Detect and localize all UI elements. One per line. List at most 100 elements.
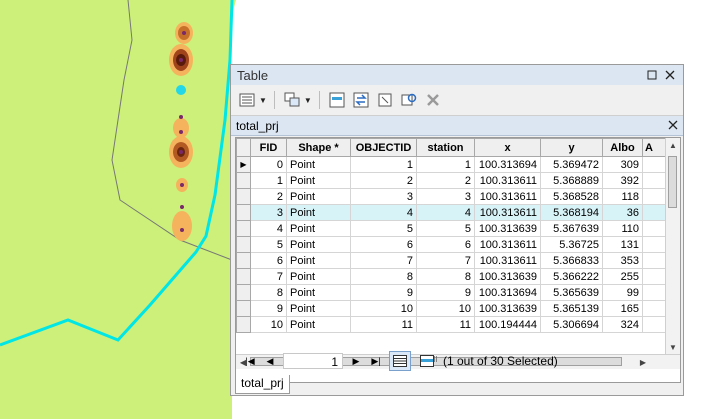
cell-station[interactable]: 5 <box>416 220 475 237</box>
cell-x[interactable]: 100.313694 <box>474 284 541 301</box>
current-row-arrow-icon[interactable]: ▶ <box>236 156 251 173</box>
cell-shape[interactable]: Point <box>286 236 351 253</box>
cell-extra[interactable] <box>642 204 667 221</box>
clear-selection-icon[interactable] <box>375 90 395 110</box>
cell-objectid[interactable]: 9 <box>350 284 417 301</box>
first-record-icon[interactable]: |◀ <box>243 354 257 368</box>
cell-objectid[interactable]: 1 <box>350 156 417 173</box>
column-header-shape[interactable]: Shape * <box>286 138 351 157</box>
cell-shape[interactable]: Point <box>286 316 351 333</box>
cell-x[interactable]: 100.194444 <box>474 316 541 333</box>
cell-shape[interactable]: Point <box>286 284 351 301</box>
table-row[interactable]: 8 Point 9 9 100.313694 5.365639 99 <box>236 284 674 301</box>
cell-albo[interactable]: 255 <box>602 268 643 285</box>
cell-extra[interactable] <box>642 236 667 253</box>
cell-y[interactable]: 5.366833 <box>540 252 603 269</box>
cell-albo[interactable]: 392 <box>602 172 643 189</box>
cell-albo[interactable]: 309 <box>602 156 643 173</box>
row-selector[interactable] <box>236 172 251 189</box>
cell-fid[interactable]: 1 <box>250 172 287 189</box>
cell-y[interactable]: 5.365639 <box>540 284 603 301</box>
cell-shape[interactable]: Point <box>286 252 351 269</box>
cell-y[interactable]: 5.36725 <box>540 236 603 253</box>
cell-y[interactable]: 5.366222 <box>540 268 603 285</box>
close-icon[interactable] <box>663 68 677 82</box>
cell-albo[interactable]: 110 <box>602 220 643 237</box>
cell-station[interactable]: 6 <box>416 236 475 253</box>
cell-station[interactable]: 7 <box>416 252 475 269</box>
cell-fid[interactable]: 3 <box>250 204 287 221</box>
table-row[interactable]: 10 Point 11 11 100.194444 5.306694 324 <box>236 316 674 333</box>
column-header-station[interactable]: station <box>416 138 475 157</box>
cell-x[interactable]: 100.313611 <box>474 188 541 205</box>
table-row[interactable]: 2 Point 3 3 100.313611 5.368528 118 <box>236 188 674 205</box>
cell-y[interactable]: 5.368528 <box>540 188 603 205</box>
show-selected-records-icon[interactable] <box>417 352 437 370</box>
cell-station[interactable]: 4 <box>416 204 475 221</box>
cell-objectid[interactable]: 3 <box>350 188 417 205</box>
table-row[interactable]: 4 Point 5 5 100.313639 5.367639 110 <box>236 220 674 237</box>
cell-albo[interactable]: 353 <box>602 252 643 269</box>
cell-fid[interactable]: 8 <box>250 284 287 301</box>
cell-x[interactable]: 100.313639 <box>474 268 541 285</box>
cell-extra[interactable] <box>642 284 667 301</box>
row-selector[interactable] <box>236 236 251 253</box>
cell-y[interactable]: 5.368889 <box>540 172 603 189</box>
table-options-icon[interactable] <box>237 90 257 110</box>
row-selector[interactable] <box>236 268 251 285</box>
cell-objectid[interactable]: 8 <box>350 268 417 285</box>
cell-x[interactable]: 100.313611 <box>474 252 541 269</box>
cell-station[interactable]: 11 <box>416 316 475 333</box>
cell-x[interactable]: 100.313611 <box>474 172 541 189</box>
vertical-scrollbar[interactable]: ▲ ▼ <box>665 138 680 354</box>
cell-fid[interactable]: 6 <box>250 252 287 269</box>
table-row[interactable]: 1 Point 2 2 100.313611 5.368889 392 <box>236 172 674 189</box>
row-selector[interactable] <box>236 316 251 333</box>
cell-albo[interactable]: 131 <box>602 236 643 253</box>
cell-albo[interactable]: 165 <box>602 300 643 317</box>
select-by-attributes-icon[interactable] <box>327 90 347 110</box>
cell-x[interactable]: 100.313611 <box>474 204 541 221</box>
row-selector[interactable] <box>236 204 251 221</box>
cell-fid[interactable]: 0 <box>250 156 287 173</box>
cell-station[interactable]: 3 <box>416 188 475 205</box>
cell-albo[interactable]: 118 <box>602 188 643 205</box>
restore-icon[interactable] <box>645 68 659 82</box>
cell-objectid[interactable]: 4 <box>350 204 417 221</box>
cell-shape[interactable]: Point <box>286 204 351 221</box>
cell-x[interactable]: 100.313639 <box>474 300 541 317</box>
column-header-y[interactable]: y <box>540 138 603 157</box>
cell-fid[interactable]: 4 <box>250 220 287 237</box>
cell-extra[interactable] <box>642 268 667 285</box>
cell-shape[interactable]: Point <box>286 156 351 173</box>
cell-y[interactable]: 5.306694 <box>540 316 603 333</box>
table-row[interactable]: 9 Point 10 10 100.313639 5.365139 165 <box>236 300 674 317</box>
row-selector[interactable] <box>236 284 251 301</box>
cell-fid[interactable]: 7 <box>250 268 287 285</box>
cell-extra[interactable] <box>642 316 667 333</box>
row-selector[interactable] <box>236 188 251 205</box>
cell-extra[interactable] <box>642 172 667 189</box>
cell-fid[interactable]: 2 <box>250 188 287 205</box>
cell-objectid[interactable]: 5 <box>350 220 417 237</box>
column-header-albo[interactable]: Albo <box>602 138 643 157</box>
cell-x[interactable]: 100.313639 <box>474 220 541 237</box>
column-header-a[interactable]: A <box>642 138 667 157</box>
cell-shape[interactable]: Point <box>286 172 351 189</box>
cell-shape[interactable]: Point <box>286 300 351 317</box>
related-tables-icon[interactable] <box>282 90 302 110</box>
cell-station[interactable]: 8 <box>416 268 475 285</box>
cell-extra[interactable] <box>642 300 667 317</box>
table-bottom-tab[interactable]: total_prj <box>235 375 290 394</box>
cell-station[interactable]: 1 <box>416 156 475 173</box>
vertical-scroll-thumb[interactable] <box>668 156 677 208</box>
close-table-icon[interactable] <box>668 119 678 133</box>
cell-objectid[interactable]: 7 <box>350 252 417 269</box>
cell-fid[interactable]: 5 <box>250 236 287 253</box>
cell-shape[interactable]: Point <box>286 188 351 205</box>
cell-y[interactable]: 5.367639 <box>540 220 603 237</box>
cell-extra[interactable] <box>642 220 667 237</box>
next-record-icon[interactable]: ▶ <box>349 354 363 368</box>
cell-y[interactable]: 5.365139 <box>540 300 603 317</box>
column-header-x[interactable]: x <box>474 138 541 157</box>
